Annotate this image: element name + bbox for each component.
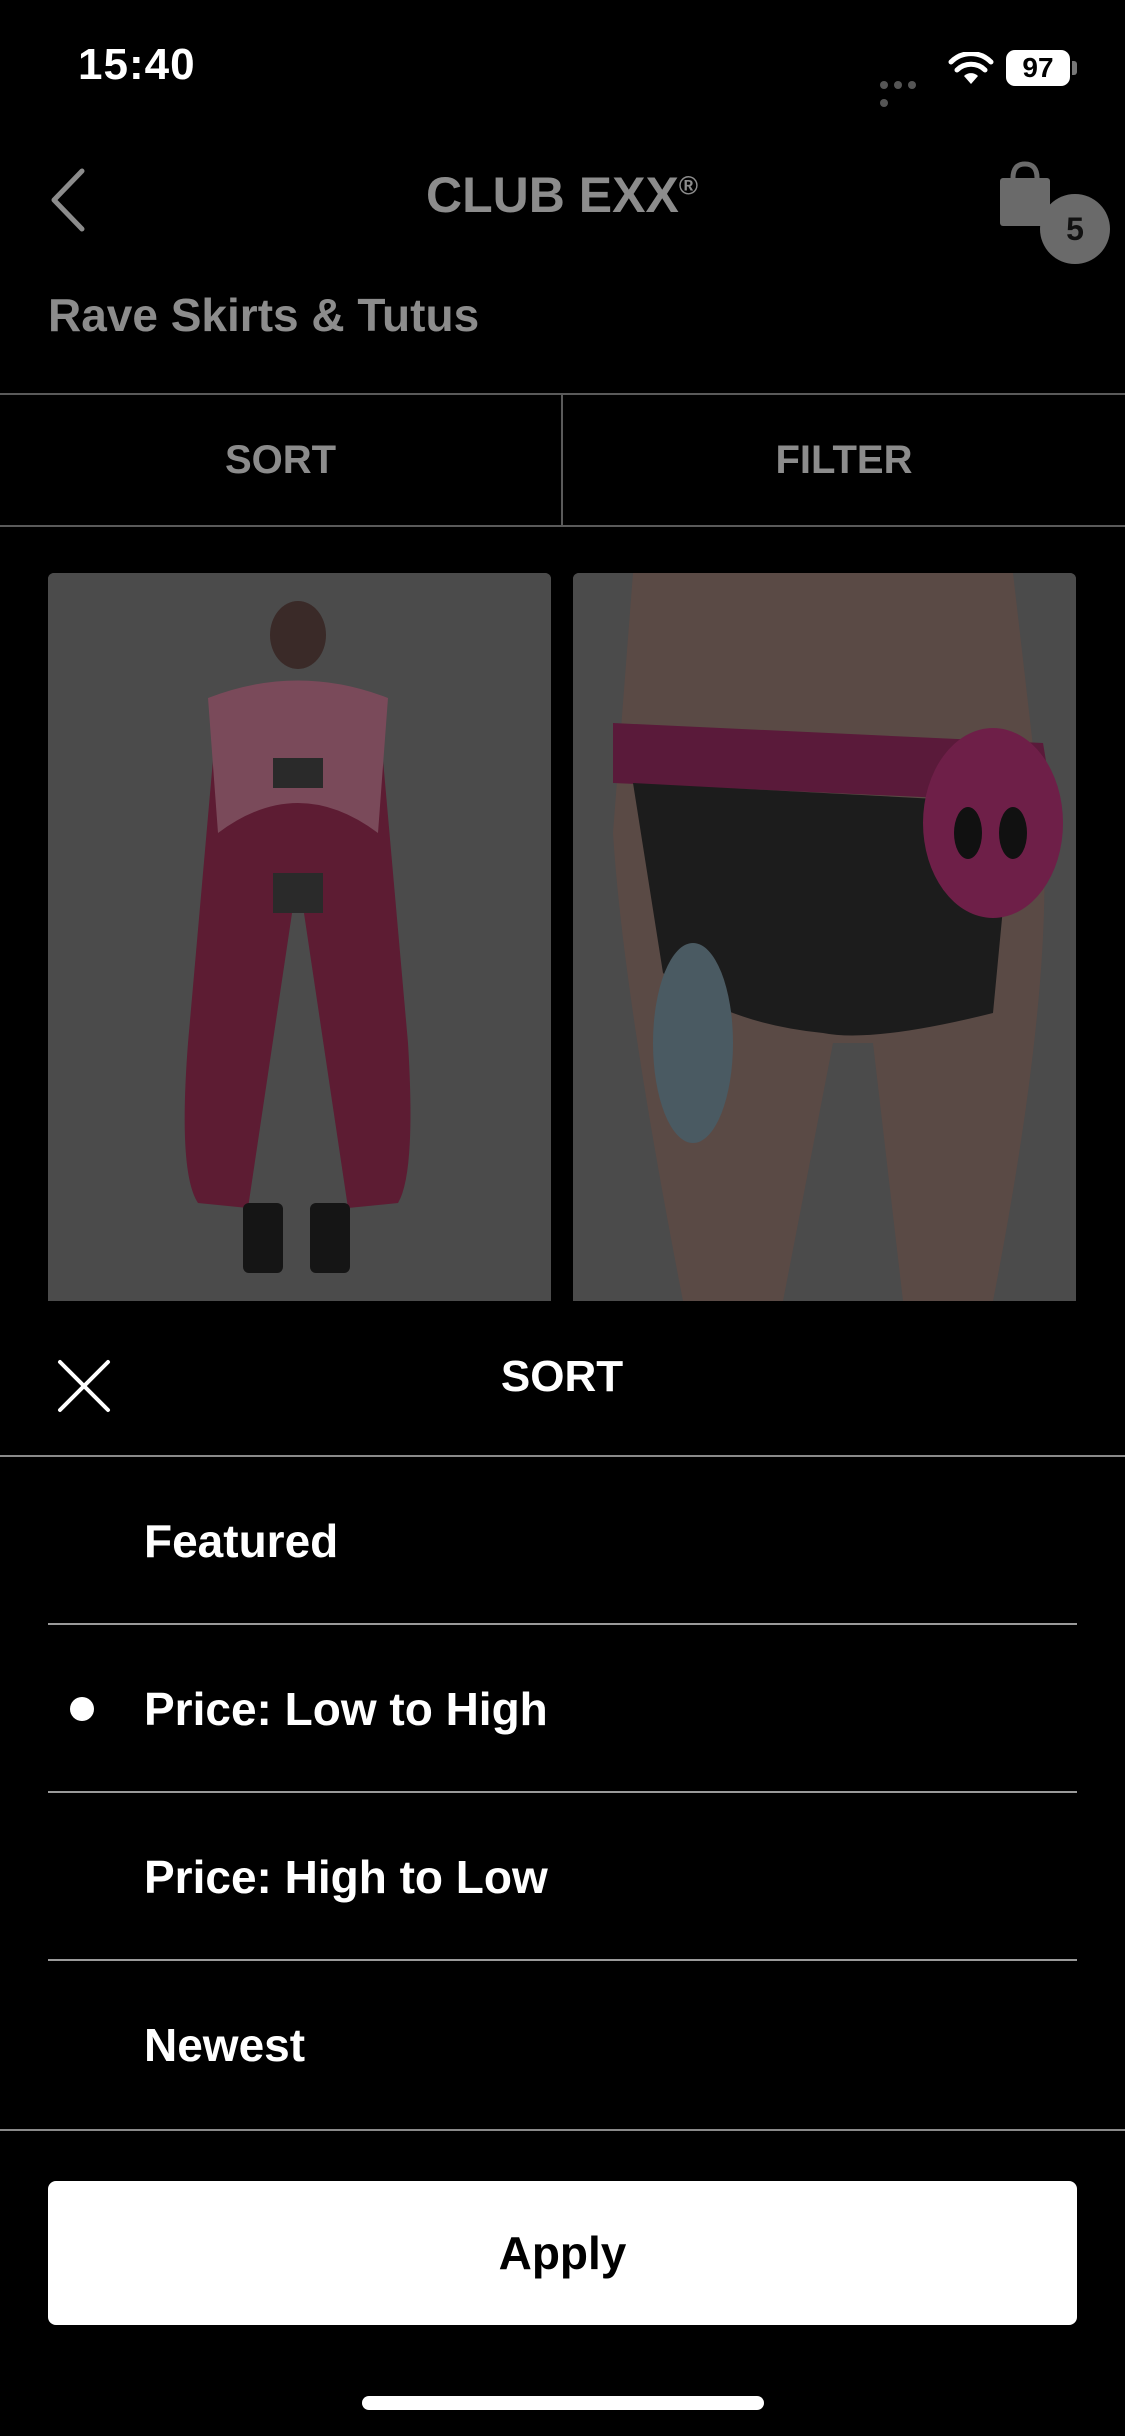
divider bbox=[0, 1455, 1125, 1457]
battery-icon: 97 bbox=[1006, 50, 1077, 88]
divider bbox=[48, 1623, 1077, 1625]
brand-logo[interactable]: CLUB EXX® bbox=[362, 166, 762, 224]
signal-dots-icon bbox=[880, 76, 934, 107]
status-time: 15:40 bbox=[78, 40, 196, 89]
sort-sheet-title: SORT bbox=[500, 1352, 624, 1401]
divider bbox=[48, 1959, 1077, 1961]
product-image-alien-bag[interactable] bbox=[573, 573, 1076, 1301]
sort-option-newest[interactable]: Newest bbox=[48, 1962, 1077, 2128]
alien-bag-belt-image bbox=[573, 573, 1076, 1301]
product-image-fur-coat[interactable] bbox=[48, 573, 551, 1301]
wifi-icon bbox=[948, 52, 994, 84]
sort-filter-bar: SORT FILTER bbox=[0, 393, 1125, 527]
brand-name: CLUB EXX bbox=[426, 167, 679, 223]
sort-option-label: Price: Low to High bbox=[144, 1683, 548, 1735]
sort-option-label: Featured bbox=[144, 1515, 339, 1567]
sort-option-label: Newest bbox=[144, 2019, 306, 2071]
divider bbox=[48, 1791, 1077, 1793]
cart-count-badge[interactable]: 5 bbox=[1040, 194, 1110, 264]
sort-option-label: Price: High to Low bbox=[144, 1851, 548, 1903]
sort-option-price-high-low[interactable]: Price: High to Low bbox=[48, 1794, 1077, 1960]
divider bbox=[0, 2129, 1125, 2131]
sort-option-price-low-high[interactable]: Price: Low to High bbox=[48, 1626, 1077, 1792]
category-title: Rave Skirts & Tutus bbox=[48, 289, 480, 341]
selected-bullet-icon bbox=[70, 1697, 94, 1721]
close-icon[interactable] bbox=[56, 1358, 112, 1414]
sort-tab[interactable]: SORT bbox=[0, 395, 563, 525]
registered-mark: ® bbox=[678, 170, 698, 201]
battery-level: 97 bbox=[1022, 52, 1054, 83]
apply-button[interactable]: Apply bbox=[48, 2181, 1077, 2325]
sort-option-featured[interactable]: Featured bbox=[48, 1458, 1077, 1624]
filter-tab[interactable]: FILTER bbox=[563, 395, 1125, 525]
home-indicator[interactable] bbox=[362, 2396, 764, 2410]
fur-coat-model-image bbox=[48, 573, 551, 1301]
chevron-left-icon[interactable] bbox=[44, 165, 94, 235]
